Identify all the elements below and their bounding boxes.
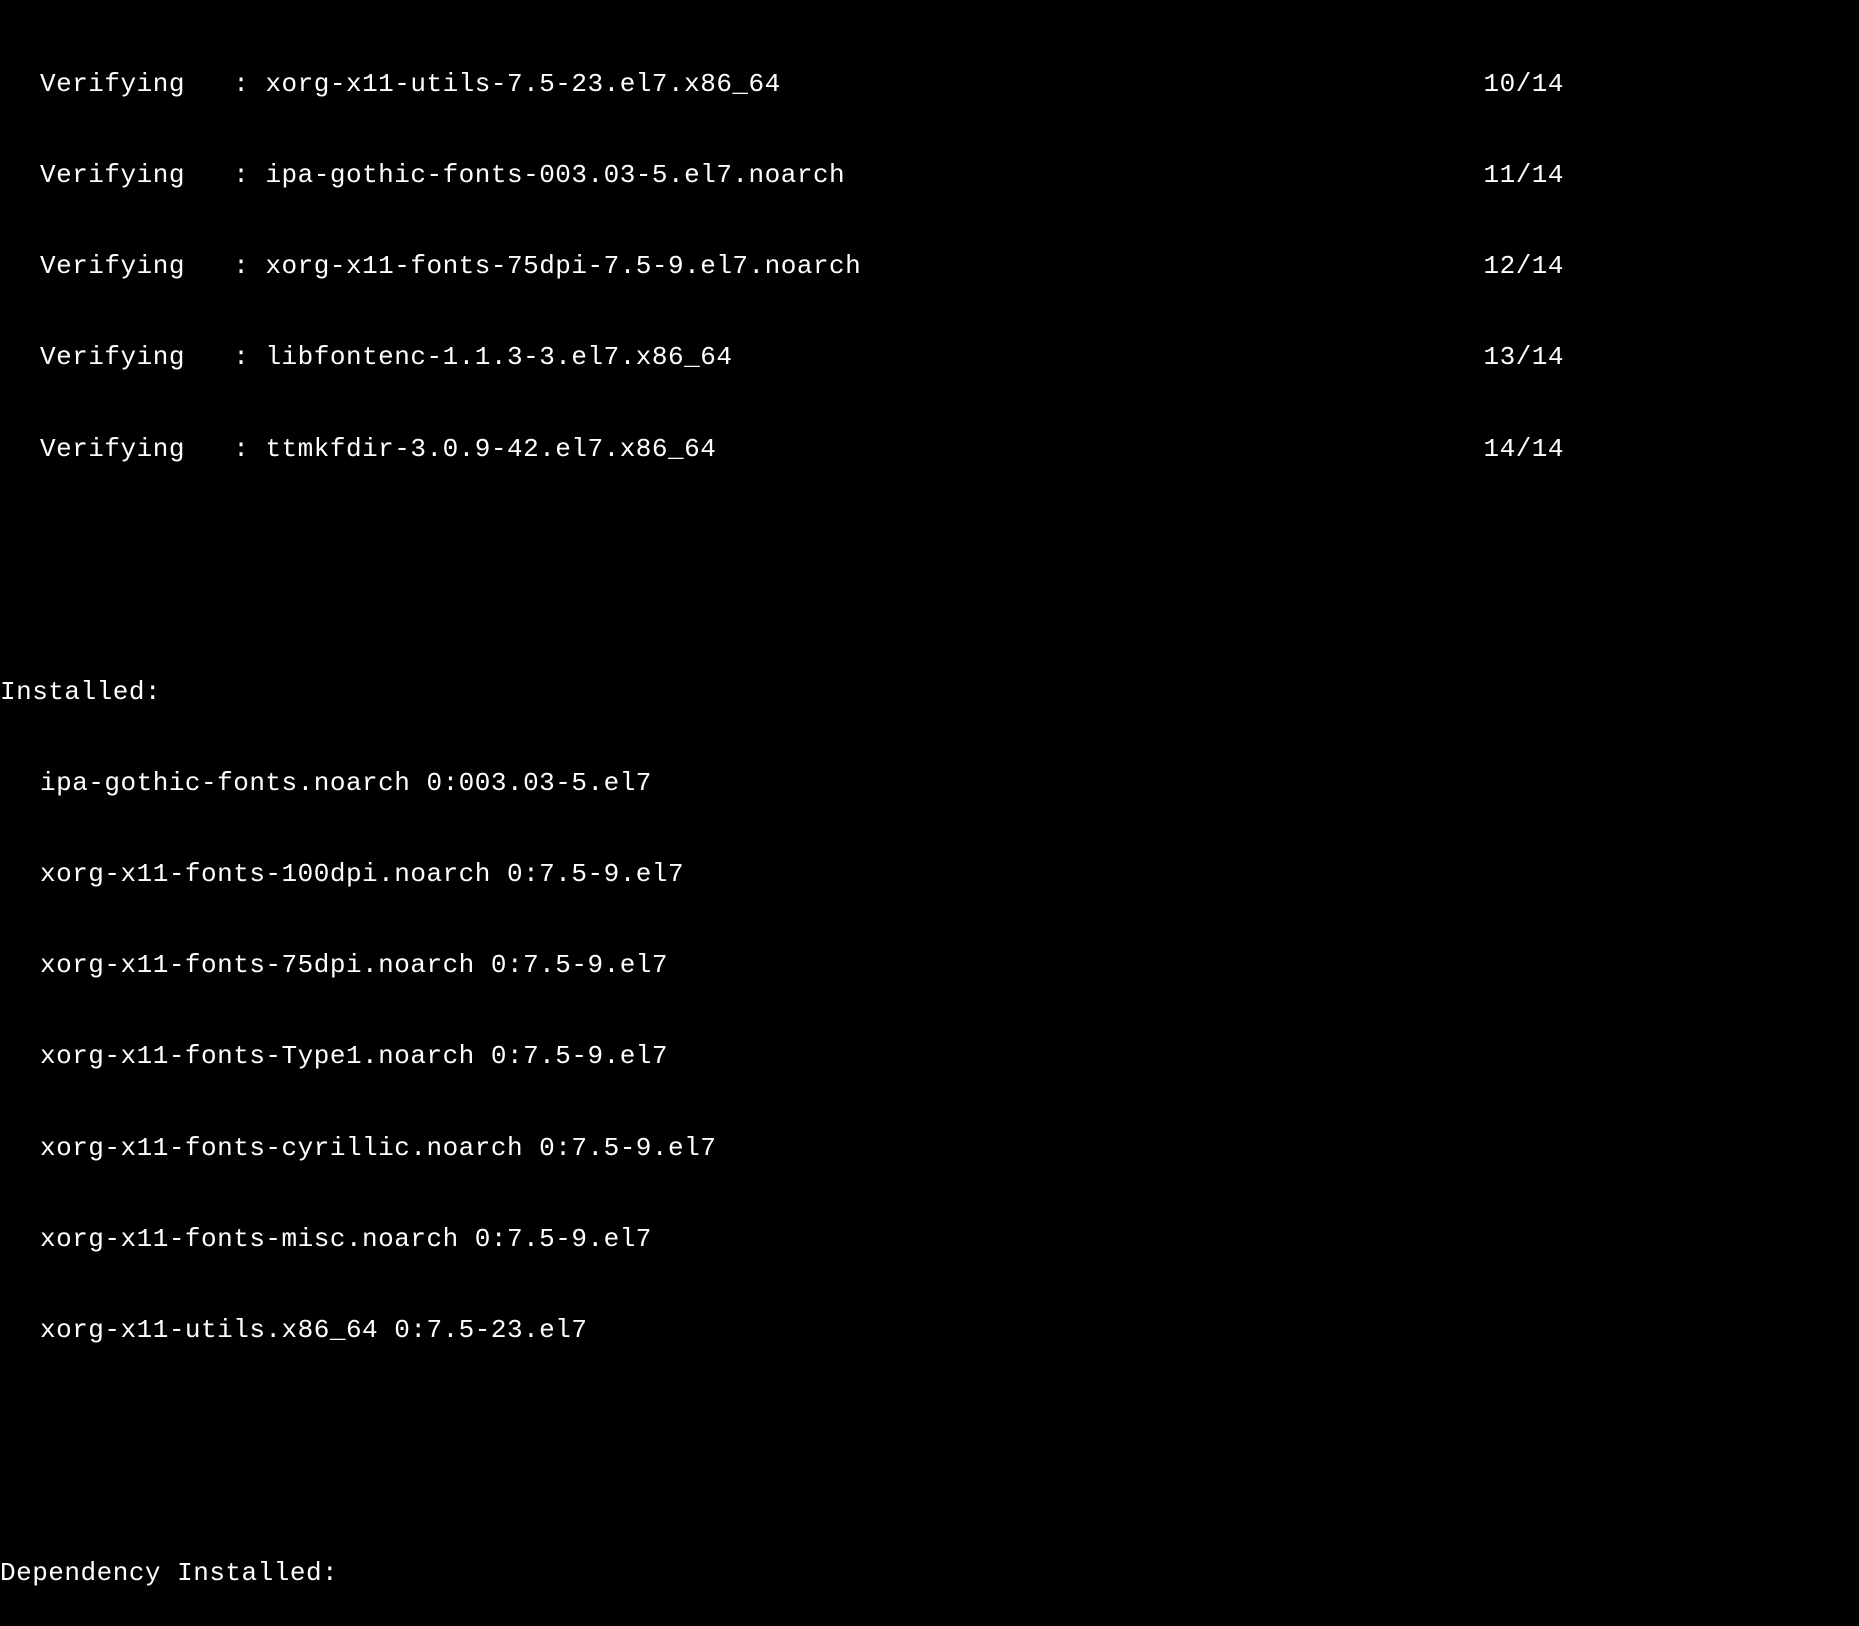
installed-item: xorg-x11-utils.x86_64 0:7.5-23.el7 [0, 1315, 1859, 1345]
installed-item: xorg-x11-fonts-100dpi.noarch 0:7.5-9.el7 [0, 859, 1859, 889]
verify-package: xorg-x11-fonts-75dpi-7.5-9.el7.noarch [265, 251, 861, 281]
verify-count: 13/14 [1483, 342, 1564, 372]
verify-line: Verifying : libfontenc-1.1.3-3.el7.x86_6… [0, 342, 1859, 372]
verify-count: 11/14 [1483, 160, 1564, 190]
verify-line: Verifying : xorg-x11-utils-7.5-23.el7.x8… [0, 69, 1859, 99]
verify-line: Verifying : ipa-gothic-fonts-003.03-5.el… [0, 160, 1859, 190]
installed-item: xorg-x11-fonts-misc.noarch 0:7.5-9.el7 [0, 1224, 1859, 1254]
verify-package: xorg-x11-utils-7.5-23.el7.x86_64 [265, 69, 780, 99]
installed-item: xorg-x11-fonts-cyrillic.noarch 0:7.5-9.e… [0, 1133, 1859, 1163]
verify-count: 10/14 [1483, 69, 1564, 99]
installed-item: xorg-x11-fonts-75dpi.noarch 0:7.5-9.el7 [0, 950, 1859, 980]
verify-label: Verifying : [40, 434, 249, 464]
verify-package: ttmkfdir-3.0.9-42.el7.x86_64 [265, 434, 716, 464]
verify-label: Verifying : [40, 160, 249, 190]
verify-label: Verifying : [40, 342, 249, 372]
verify-package: libfontenc-1.1.3-3.el7.x86_64 [265, 342, 732, 372]
blank-line [0, 1437, 1859, 1467]
terminal-output[interactable]: Verifying : xorg-x11-utils-7.5-23.el7.x8… [0, 0, 1859, 1626]
verify-package: ipa-gothic-fonts-003.03-5.el7.noarch [265, 160, 845, 190]
verify-count: 12/14 [1483, 251, 1564, 281]
blank-line [0, 555, 1859, 585]
verify-count: 14/14 [1483, 434, 1564, 464]
installed-header: Installed: [0, 677, 1859, 707]
verify-line: Verifying : xorg-x11-fonts-75dpi-7.5-9.e… [0, 251, 1859, 281]
verify-label: Verifying : [40, 69, 249, 99]
verify-line: Verifying : ttmkfdir-3.0.9-42.el7.x86_64… [0, 434, 1859, 464]
dependency-header: Dependency Installed: [0, 1558, 1859, 1588]
verify-label: Verifying : [40, 251, 249, 281]
installed-item: ipa-gothic-fonts.noarch 0:003.03-5.el7 [0, 768, 1859, 798]
installed-item: xorg-x11-fonts-Type1.noarch 0:7.5-9.el7 [0, 1041, 1859, 1071]
